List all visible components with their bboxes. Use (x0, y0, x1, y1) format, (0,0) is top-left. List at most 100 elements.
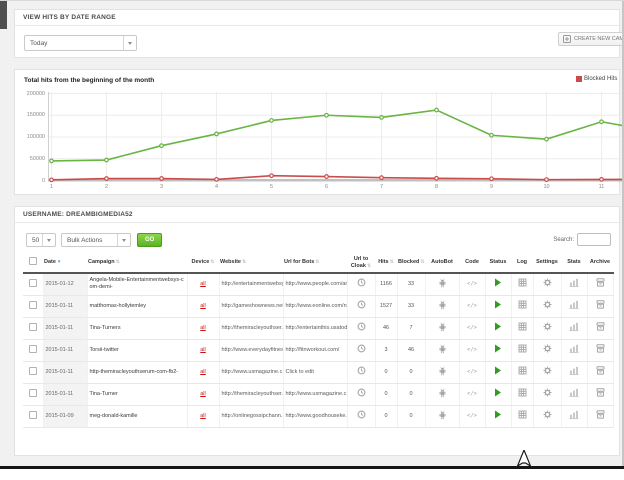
search-input[interactable] (577, 233, 611, 246)
cell-stats (561, 339, 587, 361)
clock-icon[interactable] (357, 388, 366, 397)
cell-status (485, 339, 511, 361)
cell-device: all (187, 383, 219, 405)
log-icon[interactable] (518, 300, 527, 309)
row-checkbox[interactable] (29, 345, 37, 353)
gear-icon[interactable] (543, 388, 552, 397)
gear-icon[interactable] (543, 366, 552, 375)
stats-icon[interactable] (569, 300, 579, 309)
row-checkbox[interactable] (29, 279, 37, 287)
play-icon[interactable] (494, 278, 502, 287)
cell-website: http://entertainmentwebsys... (219, 273, 283, 295)
cell-blocked: 33 (397, 295, 425, 317)
page-size-select[interactable]: 50 (26, 233, 56, 247)
select-all-checkbox[interactable] (29, 257, 37, 265)
cell-url-for-bots: http://fitnworkout.com/ (283, 339, 347, 361)
device-link[interactable]: all (200, 391, 206, 397)
log-icon[interactable] (518, 322, 527, 331)
column-header-hits[interactable]: Hits⇅ (375, 253, 397, 273)
cell-status (485, 361, 511, 383)
clock-icon[interactable] (357, 278, 366, 287)
cell-status (485, 405, 511, 427)
play-icon[interactable] (494, 300, 502, 309)
stats-icon[interactable] (569, 278, 579, 287)
stats-icon[interactable] (569, 388, 579, 397)
cell-campaign: Torsii-twitter (87, 339, 187, 361)
campaign-table-panel: USERNAME: DREAMBIGMEDIA52 50 Bulk Action… (14, 206, 620, 456)
column-header-campaign[interactable]: Campaign⇅ (87, 253, 187, 273)
column-header-date[interactable]: Date▼ (43, 253, 87, 273)
log-icon[interactable] (518, 410, 527, 419)
go-button[interactable]: GO (137, 233, 162, 247)
archive-icon[interactable] (596, 366, 605, 375)
gear-icon[interactable] (543, 344, 552, 353)
cell-url-to-cloak (347, 361, 375, 383)
device-link[interactable]: all (200, 281, 206, 287)
cell-url-for-bots: http://www.eonline.com/n... (283, 295, 347, 317)
play-icon[interactable] (494, 410, 502, 419)
device-link[interactable]: all (200, 369, 206, 375)
gear-icon[interactable] (543, 322, 552, 331)
play-icon[interactable] (494, 322, 502, 331)
column-header-device[interactable]: Device⇅ (187, 253, 219, 273)
device-link[interactable]: all (200, 325, 206, 331)
archive-icon[interactable] (596, 388, 605, 397)
row-checkbox[interactable] (29, 411, 37, 419)
autobot-icon[interactable] (438, 300, 447, 310)
create-campaign-button[interactable]: CREATE NEW CAMPAIGN (558, 32, 624, 46)
clock-icon[interactable] (357, 322, 366, 331)
autobot-icon[interactable] (438, 410, 447, 420)
archive-icon[interactable] (596, 300, 605, 309)
cell-status (485, 317, 511, 339)
date-range-select[interactable]: Today (24, 35, 137, 51)
row-checkbox[interactable] (29, 389, 37, 397)
archive-icon[interactable] (596, 344, 605, 353)
row-checkbox[interactable] (29, 323, 37, 331)
cell-stats (561, 295, 587, 317)
clock-icon[interactable] (357, 366, 366, 375)
window-edge-strip (0, 1, 7, 29)
gear-icon[interactable] (543, 300, 552, 309)
clock-icon[interactable] (357, 300, 366, 309)
play-icon[interactable] (494, 388, 502, 397)
bulk-actions-select[interactable]: Bulk Actions (61, 233, 131, 247)
cell-stats (561, 405, 587, 427)
gear-icon[interactable] (543, 278, 552, 287)
device-link[interactable]: all (200, 347, 206, 353)
device-link[interactable]: all (200, 413, 206, 419)
cell-checkbox (23, 295, 43, 317)
play-icon[interactable] (494, 366, 502, 375)
stats-icon[interactable] (569, 322, 579, 331)
autobot-icon[interactable] (438, 344, 447, 354)
stats-icon[interactable] (569, 344, 579, 353)
column-header-url-to-cloak[interactable]: Url to Cloak⇅ (347, 253, 375, 273)
autobot-icon[interactable] (438, 388, 447, 398)
archive-icon[interactable] (596, 278, 605, 287)
column-header-settings: Settings (533, 253, 561, 273)
log-icon[interactable] (518, 388, 527, 397)
cell-autobot (425, 317, 459, 339)
column-header-url-for-bots[interactable]: Url for Bots⇅ (283, 253, 347, 273)
row-checkbox[interactable] (29, 367, 37, 375)
log-icon[interactable] (518, 278, 527, 287)
autobot-icon[interactable] (438, 278, 447, 288)
log-icon[interactable] (518, 366, 527, 375)
log-icon[interactable] (518, 344, 527, 353)
archive-icon[interactable] (596, 410, 605, 419)
play-icon[interactable] (494, 344, 502, 353)
gear-icon[interactable] (543, 410, 552, 419)
device-link[interactable]: all (200, 303, 206, 309)
row-checkbox[interactable] (29, 301, 37, 309)
stats-icon[interactable] (569, 366, 579, 375)
stats-icon[interactable] (569, 410, 579, 419)
column-header-blocked[interactable]: Blocked⇅ (397, 253, 425, 273)
cell-hits: 0 (375, 405, 397, 427)
autobot-icon[interactable] (438, 366, 447, 376)
clock-icon[interactable] (357, 410, 366, 419)
autobot-icon[interactable] (438, 322, 447, 332)
archive-icon[interactable] (596, 322, 605, 331)
cell-settings (533, 361, 561, 383)
column-header-autobot: AutoBot (425, 253, 459, 273)
column-header-website[interactable]: Website⇅ (219, 253, 283, 273)
clock-icon[interactable] (357, 344, 366, 353)
